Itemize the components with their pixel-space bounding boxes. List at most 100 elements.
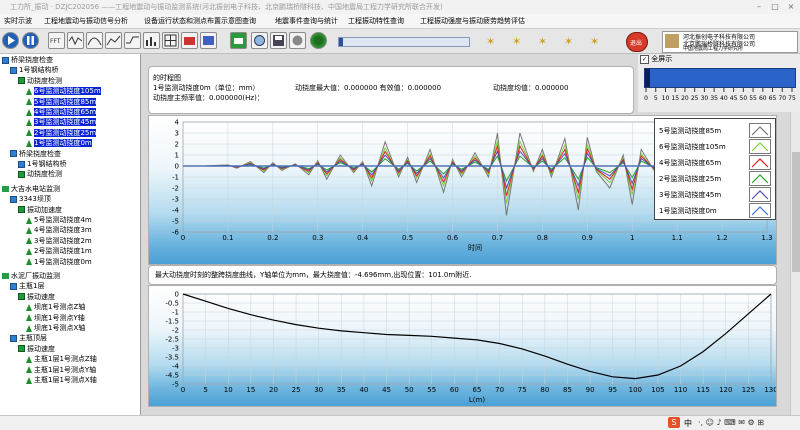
span-caption-text: 最大动挠度时刻的整跨挠度曲线，Y轴单位为mm，最大挠度值：-4.696mm,出现… xyxy=(155,271,472,279)
sidebar-item[interactable]: 5号监测动挠度4m xyxy=(26,216,92,225)
export-icon xyxy=(184,37,195,45)
x-tick-label: 0.5 xyxy=(402,234,413,242)
sidebar-item[interactable]: 6号监测动挠度105m xyxy=(26,87,101,96)
chart-legend: 5号监测动挠度85m 6号监测动挠度105m 4号监测动挠度65m 2号监测动挠度25… xyxy=(654,118,776,220)
logo-emblem-icon xyxy=(665,34,679,48)
scrollbar-thumb[interactable] xyxy=(792,152,800,272)
sidebar-item[interactable]: 2号监测动挠度25m xyxy=(26,128,97,138)
print-button[interactable] xyxy=(230,32,247,49)
sidebar-item[interactable]: 坝底1号测点Y轴 xyxy=(26,314,85,323)
x-tick-label: 65 xyxy=(473,386,482,394)
sidebar-item-label: 桥梁挠度检查 xyxy=(19,149,61,158)
ime-tool-icons[interactable]: ·, ☺ ♪ ⌨ ✉ ⚙ ⊞ xyxy=(698,418,764,427)
sidebar-item[interactable]: 2号监测动挠度1m xyxy=(26,247,92,256)
sidebar-item-label: 5号监测动挠度85m xyxy=(34,97,97,106)
sidebar-item[interactable]: 主瓶1层1号测点Y轴 xyxy=(26,366,96,375)
progress-fill xyxy=(339,38,343,46)
x-tick-label: 0.9 xyxy=(582,234,593,242)
sidebar-item[interactable]: 1号监测动挠度0m xyxy=(26,258,92,267)
x-tick-label: 0.2 xyxy=(267,234,278,242)
sidebar-item[interactable]: 振动速度 xyxy=(18,345,55,354)
sidebar-item[interactable]: 3号监测动挠度2m xyxy=(26,237,92,246)
menu-signal-analysis[interactable]: 工程地震动与振动信号分析 xyxy=(44,16,128,26)
stop-button[interactable]: 退出 xyxy=(626,32,648,52)
svg-text:FFT: FFT xyxy=(50,38,61,45)
sidebar-item[interactable]: 1号钢结构桥 xyxy=(10,66,58,75)
menu-vibration-characteristics[interactable]: 工程振动特性查询 xyxy=(348,16,404,26)
ime-language[interactable]: 中 xyxy=(684,418,692,429)
x-tick-label: 80 xyxy=(540,386,549,394)
trend-button[interactable] xyxy=(124,32,141,49)
sidebar-item[interactable]: 桥梁挠度检查 xyxy=(2,56,53,65)
y-tick-label: -0.5 xyxy=(165,300,179,308)
time-slider-thumb[interactable] xyxy=(645,69,650,87)
grid-button[interactable] xyxy=(162,32,179,49)
sidebar-item[interactable]: 主瓶1层1号测点Z轴 xyxy=(26,355,97,364)
legend-label: 5号监测动挠度85m xyxy=(659,127,722,135)
grid-icon xyxy=(164,34,177,47)
maximize-button[interactable]: □ xyxy=(768,1,782,12)
minimize-button[interactable]: – xyxy=(752,1,766,12)
sidebar-item[interactable]: 1号钢结构桥 xyxy=(18,160,66,169)
sidebar-item[interactable]: 坝底1号测点X轴 xyxy=(26,324,85,333)
group-icon xyxy=(18,77,25,85)
y-tick-label: -4.5 xyxy=(165,372,179,380)
close-button[interactable]: × xyxy=(784,1,798,12)
sidebar-item[interactable]: 1号监测动挠度0m xyxy=(26,139,92,148)
sidebar-item[interactable]: 3343坝顶 xyxy=(10,195,51,204)
sidebar-item[interactable]: 主瓶1层 xyxy=(10,282,44,291)
sidebar-item[interactable]: 动挠度检测 xyxy=(18,77,62,86)
sidebar-item[interactable]: 4号监测动挠度3m xyxy=(26,226,92,235)
y-tick-label: 4 xyxy=(175,119,180,127)
sidebar-item[interactable]: 主瓶顶层 xyxy=(10,334,47,343)
sidebar-item[interactable]: 大吉水电站监测 xyxy=(2,185,60,194)
sensor-icon xyxy=(26,314,32,322)
sidebar-item[interactable]: 主瓶1层1号测点X轴 xyxy=(26,376,97,385)
sidebar-item[interactable]: 5号监测动挠度85m xyxy=(26,97,97,107)
right-scrollbar[interactable] xyxy=(790,112,800,415)
report-button[interactable] xyxy=(200,32,217,49)
x-tick-label: 125 xyxy=(742,386,755,394)
window-title: 工力所_振动 · DZJC202056 ——工程地震动与振动监测系统(河北振创电… xyxy=(10,3,443,11)
fullscreen-checkbox[interactable]: ✓ 全屏示 xyxy=(640,54,672,64)
export-button[interactable] xyxy=(181,32,198,49)
info-frequency: 动挠度主频率值：0.000000(Hz)： xyxy=(153,94,264,102)
save-icon xyxy=(273,35,284,46)
fft-button[interactable]: FFT xyxy=(48,32,65,49)
ime-logo-icon[interactable]: S xyxy=(668,417,680,428)
open-button[interactable] xyxy=(251,32,268,49)
wave-button[interactable] xyxy=(67,32,84,49)
curve-button[interactable] xyxy=(86,32,103,49)
menu-realtime[interactable]: 实时示波 xyxy=(4,16,32,26)
menu-device-status[interactable]: 设备运行状态和测点布置示意图查询 xyxy=(144,16,256,26)
x-tick-label: 75 xyxy=(518,386,527,394)
sidebar-item[interactable]: 3号监测动挠度45m xyxy=(26,118,97,127)
sidebar-item[interactable]: 4号监测动挠度65m xyxy=(26,108,97,117)
y-tick-label: 0 xyxy=(175,163,179,171)
printer-icon xyxy=(234,38,243,44)
x-tick-label: 105 xyxy=(651,386,664,394)
y-tick-label: 1 xyxy=(175,152,179,160)
run-button[interactable] xyxy=(310,32,327,49)
save-button[interactable] xyxy=(270,32,287,49)
sidebar-item[interactable]: 水泥厂振动监测 xyxy=(2,272,60,281)
sidebar-item[interactable]: 坝底1号测点Z轴 xyxy=(26,303,85,312)
curve-icon xyxy=(87,37,102,46)
play-button[interactable] xyxy=(2,32,19,49)
sensor-icon xyxy=(26,237,32,245)
slider-tick-label: 45 xyxy=(730,95,738,102)
sidebar-item[interactable]: 动挠度检测 xyxy=(18,170,62,179)
sidebar-item[interactable]: 振动加速度 xyxy=(18,206,62,215)
settings-button[interactable] xyxy=(289,32,306,49)
pause-button[interactable] xyxy=(22,32,39,49)
group-icon xyxy=(18,345,25,353)
menu-vibration-assessment[interactable]: 工程振动强度与振动疲劳趋势评估 xyxy=(420,16,525,26)
zoom-button[interactable] xyxy=(105,32,122,49)
stat-button[interactable] xyxy=(143,32,160,49)
sidebar-item[interactable]: 振动速度 xyxy=(18,293,55,302)
menu-event-query[interactable]: 地震事件查询与统计 xyxy=(275,16,338,26)
sidebar-item[interactable]: 桥梁挠度检查 xyxy=(10,150,61,159)
company-logo: 河北振创电子科技有限公司 北京鹏瑞桥隧科技有限公司 中国地震局工程力学研究所 xyxy=(662,31,798,53)
time-slider-track[interactable] xyxy=(644,68,796,88)
report-icon xyxy=(203,36,214,45)
